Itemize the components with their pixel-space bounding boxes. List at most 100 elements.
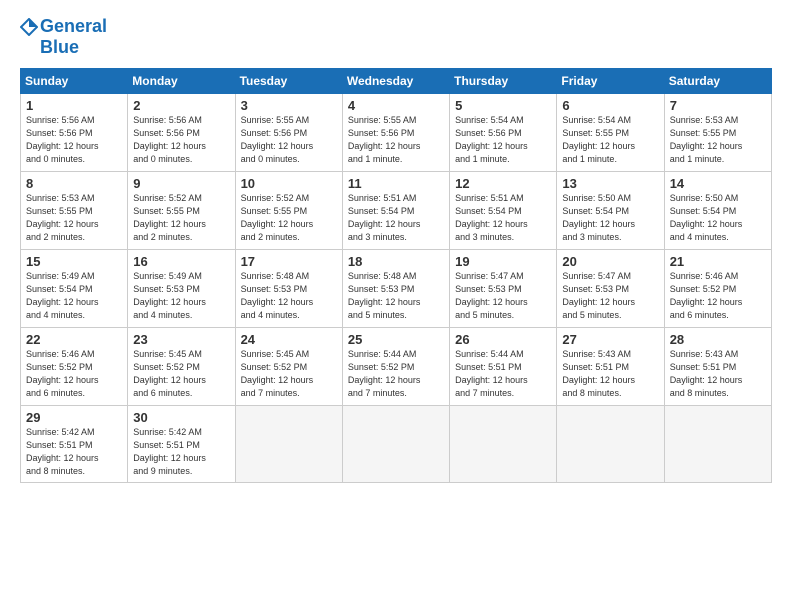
day-info: Sunrise: 5:55 AMSunset: 5:56 PMDaylight:…	[241, 114, 337, 166]
weekday-header: Tuesday	[235, 69, 342, 94]
calendar-cell: 2 Sunrise: 5:56 AMSunset: 5:56 PMDayligh…	[128, 94, 235, 172]
day-info: Sunrise: 5:50 AMSunset: 5:54 PMDaylight:…	[562, 192, 658, 244]
calendar-cell: 13 Sunrise: 5:50 AMSunset: 5:54 PMDaylig…	[557, 172, 664, 250]
day-info: Sunrise: 5:42 AMSunset: 5:51 PMDaylight:…	[133, 426, 229, 478]
day-info: Sunrise: 5:52 AMSunset: 5:55 PMDaylight:…	[133, 192, 229, 244]
day-info: Sunrise: 5:54 AMSunset: 5:55 PMDaylight:…	[562, 114, 658, 166]
calendar-cell: 27 Sunrise: 5:43 AMSunset: 5:51 PMDaylig…	[557, 328, 664, 406]
day-info: Sunrise: 5:48 AMSunset: 5:53 PMDaylight:…	[348, 270, 444, 322]
weekday-header: Saturday	[664, 69, 771, 94]
calendar-cell: 21 Sunrise: 5:46 AMSunset: 5:52 PMDaylig…	[664, 250, 771, 328]
calendar-cell: 23 Sunrise: 5:45 AMSunset: 5:52 PMDaylig…	[128, 328, 235, 406]
day-number: 14	[670, 176, 766, 191]
calendar-cell: 30 Sunrise: 5:42 AMSunset: 5:51 PMDaylig…	[128, 406, 235, 483]
calendar-cell: 28 Sunrise: 5:43 AMSunset: 5:51 PMDaylig…	[664, 328, 771, 406]
calendar-cell: 25 Sunrise: 5:44 AMSunset: 5:52 PMDaylig…	[342, 328, 449, 406]
day-info: Sunrise: 5:47 AMSunset: 5:53 PMDaylight:…	[455, 270, 551, 322]
day-info: Sunrise: 5:56 AMSunset: 5:56 PMDaylight:…	[26, 114, 122, 166]
day-info: Sunrise: 5:45 AMSunset: 5:52 PMDaylight:…	[241, 348, 337, 400]
day-info: Sunrise: 5:53 AMSunset: 5:55 PMDaylight:…	[26, 192, 122, 244]
day-info: Sunrise: 5:53 AMSunset: 5:55 PMDaylight:…	[670, 114, 766, 166]
day-number: 12	[455, 176, 551, 191]
calendar-cell: 18 Sunrise: 5:48 AMSunset: 5:53 PMDaylig…	[342, 250, 449, 328]
calendar-cell: 5 Sunrise: 5:54 AMSunset: 5:56 PMDayligh…	[450, 94, 557, 172]
weekday-header: Friday	[557, 69, 664, 94]
day-info: Sunrise: 5:50 AMSunset: 5:54 PMDaylight:…	[670, 192, 766, 244]
day-number: 1	[26, 98, 122, 113]
day-number: 3	[241, 98, 337, 113]
day-info: Sunrise: 5:55 AMSunset: 5:56 PMDaylight:…	[348, 114, 444, 166]
calendar-cell: 22 Sunrise: 5:46 AMSunset: 5:52 PMDaylig…	[21, 328, 128, 406]
weekday-header: Thursday	[450, 69, 557, 94]
day-number: 5	[455, 98, 551, 113]
day-number: 25	[348, 332, 444, 347]
calendar-cell: 6 Sunrise: 5:54 AMSunset: 5:55 PMDayligh…	[557, 94, 664, 172]
day-number: 18	[348, 254, 444, 269]
calendar-cell: 16 Sunrise: 5:49 AMSunset: 5:53 PMDaylig…	[128, 250, 235, 328]
calendar-week-row: 8 Sunrise: 5:53 AMSunset: 5:55 PMDayligh…	[21, 172, 772, 250]
day-number: 19	[455, 254, 551, 269]
day-info: Sunrise: 5:42 AMSunset: 5:51 PMDaylight:…	[26, 426, 122, 478]
calendar-cell: 14 Sunrise: 5:50 AMSunset: 5:54 PMDaylig…	[664, 172, 771, 250]
day-number: 6	[562, 98, 658, 113]
day-info: Sunrise: 5:51 AMSunset: 5:54 PMDaylight:…	[348, 192, 444, 244]
calendar-cell: 8 Sunrise: 5:53 AMSunset: 5:55 PMDayligh…	[21, 172, 128, 250]
day-info: Sunrise: 5:56 AMSunset: 5:56 PMDaylight:…	[133, 114, 229, 166]
calendar-cell	[664, 406, 771, 483]
calendar-cell	[235, 406, 342, 483]
day-number: 17	[241, 254, 337, 269]
calendar-cell: 15 Sunrise: 5:49 AMSunset: 5:54 PMDaylig…	[21, 250, 128, 328]
day-number: 23	[133, 332, 229, 347]
day-number: 21	[670, 254, 766, 269]
calendar-cell: 20 Sunrise: 5:47 AMSunset: 5:53 PMDaylig…	[557, 250, 664, 328]
calendar-cell: 24 Sunrise: 5:45 AMSunset: 5:52 PMDaylig…	[235, 328, 342, 406]
day-info: Sunrise: 5:45 AMSunset: 5:52 PMDaylight:…	[133, 348, 229, 400]
day-info: Sunrise: 5:44 AMSunset: 5:52 PMDaylight:…	[348, 348, 444, 400]
day-number: 4	[348, 98, 444, 113]
logo-container: General Blue	[20, 16, 107, 58]
weekday-header: Monday	[128, 69, 235, 94]
day-info: Sunrise: 5:43 AMSunset: 5:51 PMDaylight:…	[562, 348, 658, 400]
calendar-week-row: 15 Sunrise: 5:49 AMSunset: 5:54 PMDaylig…	[21, 250, 772, 328]
day-info: Sunrise: 5:46 AMSunset: 5:52 PMDaylight:…	[670, 270, 766, 322]
calendar-cell	[557, 406, 664, 483]
day-info: Sunrise: 5:51 AMSunset: 5:54 PMDaylight:…	[455, 192, 551, 244]
day-info: Sunrise: 5:43 AMSunset: 5:51 PMDaylight:…	[670, 348, 766, 400]
calendar-cell: 19 Sunrise: 5:47 AMSunset: 5:53 PMDaylig…	[450, 250, 557, 328]
calendar-cell: 10 Sunrise: 5:52 AMSunset: 5:55 PMDaylig…	[235, 172, 342, 250]
day-number: 15	[26, 254, 122, 269]
page: General Blue SundayMondayTuesdayWednesda…	[0, 0, 792, 612]
calendar-cell: 26 Sunrise: 5:44 AMSunset: 5:51 PMDaylig…	[450, 328, 557, 406]
day-number: 13	[562, 176, 658, 191]
calendar-cell: 17 Sunrise: 5:48 AMSunset: 5:53 PMDaylig…	[235, 250, 342, 328]
day-number: 11	[348, 176, 444, 191]
day-number: 27	[562, 332, 658, 347]
calendar: SundayMondayTuesdayWednesdayThursdayFrid…	[20, 68, 772, 483]
day-number: 24	[241, 332, 337, 347]
calendar-cell: 4 Sunrise: 5:55 AMSunset: 5:56 PMDayligh…	[342, 94, 449, 172]
weekday-header-row: SundayMondayTuesdayWednesdayThursdayFrid…	[21, 69, 772, 94]
day-info: Sunrise: 5:49 AMSunset: 5:54 PMDaylight:…	[26, 270, 122, 322]
day-number: 10	[241, 176, 337, 191]
calendar-week-row: 1 Sunrise: 5:56 AMSunset: 5:56 PMDayligh…	[21, 94, 772, 172]
day-number: 2	[133, 98, 229, 113]
day-number: 30	[133, 410, 229, 425]
logo-text-general: General	[40, 16, 107, 37]
weekday-header: Wednesday	[342, 69, 449, 94]
day-info: Sunrise: 5:49 AMSunset: 5:53 PMDaylight:…	[133, 270, 229, 322]
calendar-cell	[342, 406, 449, 483]
logo-text-blue: Blue	[40, 37, 79, 58]
day-number: 22	[26, 332, 122, 347]
day-info: Sunrise: 5:44 AMSunset: 5:51 PMDaylight:…	[455, 348, 551, 400]
day-number: 26	[455, 332, 551, 347]
calendar-cell: 9 Sunrise: 5:52 AMSunset: 5:55 PMDayligh…	[128, 172, 235, 250]
day-number: 28	[670, 332, 766, 347]
calendar-week-row: 22 Sunrise: 5:46 AMSunset: 5:52 PMDaylig…	[21, 328, 772, 406]
header: General Blue	[20, 16, 772, 58]
logo: General Blue	[20, 16, 107, 58]
calendar-cell: 11 Sunrise: 5:51 AMSunset: 5:54 PMDaylig…	[342, 172, 449, 250]
day-number: 9	[133, 176, 229, 191]
weekday-header: Sunday	[21, 69, 128, 94]
day-info: Sunrise: 5:46 AMSunset: 5:52 PMDaylight:…	[26, 348, 122, 400]
calendar-cell: 29 Sunrise: 5:42 AMSunset: 5:51 PMDaylig…	[21, 406, 128, 483]
